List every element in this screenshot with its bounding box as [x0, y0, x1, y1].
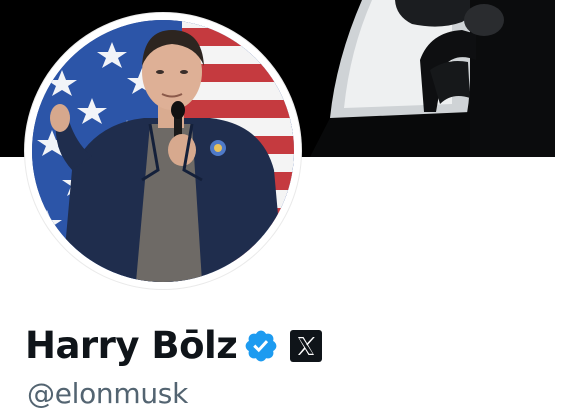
profile-avatar[interactable]: [25, 13, 301, 289]
profile-display-name: Harry Bōlz: [25, 324, 238, 367]
profile-page: Harry Bōlz @elonmusk: [0, 0, 576, 419]
verified-badge-icon[interactable]: [243, 328, 279, 364]
avatar-artwork: [32, 20, 294, 282]
x-affiliation-badge-icon[interactable]: [289, 329, 323, 363]
profile-name-row: Harry Bōlz: [25, 320, 323, 372]
banner-edge: [555, 0, 576, 157]
avatar-photo: [32, 20, 294, 282]
profile-handle: @elonmusk: [27, 377, 189, 410]
